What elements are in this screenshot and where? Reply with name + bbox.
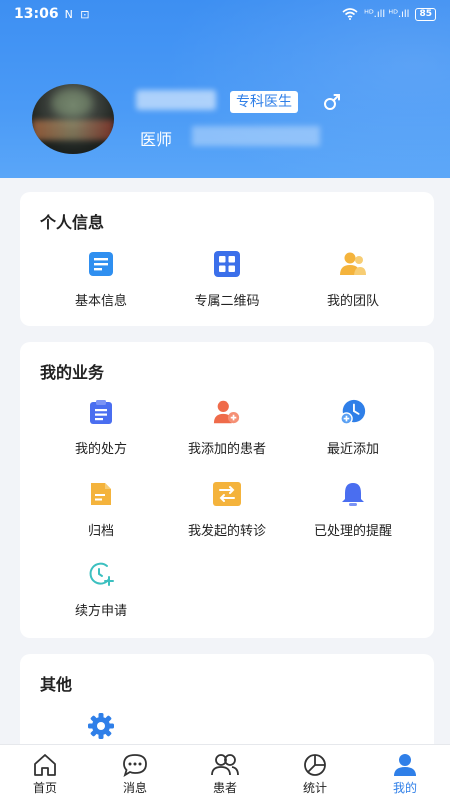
renewal-icon <box>87 560 115 588</box>
hospital-name <box>192 126 320 146</box>
battery-icon: 85 <box>415 7 436 21</box>
status-right-group: ᴴᴰ.ıll ᴴᴰ.ıll 85 <box>342 7 436 21</box>
recent-added-label: 最近添加 <box>326 442 379 457</box>
tab-home-label: 首页 <box>32 781 57 795</box>
basic-info-button[interactable]: 基本信息 <box>32 250 170 309</box>
tab-home[interactable]: 首页 <box>0 745 90 800</box>
qrcode-icon <box>213 250 241 278</box>
qrcode-label: 专属二维码 <box>194 294 260 309</box>
male-icon <box>324 94 340 110</box>
personal-info-title: 个人信息 <box>40 213 105 232</box>
bottom-tab-bar: 首页 消息 患者 统计 我的 <box>0 744 450 800</box>
transfer-icon <box>213 480 241 508</box>
recent-added-button[interactable]: 最近添加 <box>284 398 422 457</box>
my-prescription-button[interactable]: 我的处方 <box>32 398 170 457</box>
my-team-button[interactable]: 我的团队 <box>284 250 422 309</box>
renewal-request-label: 续方申请 <box>74 604 127 619</box>
referral-button[interactable]: 我发起的转诊 <box>158 480 296 539</box>
tab-statistics-label: 统计 <box>302 781 327 795</box>
referral-label: 我发起的转诊 <box>187 524 266 539</box>
archive-icon <box>87 480 115 508</box>
tab-patients[interactable]: 患者 <box>180 745 270 800</box>
doctor-name <box>136 90 216 110</box>
handled-reminders-button[interactable]: 已处理的提醒 <box>284 480 422 539</box>
team-icon <box>339 250 367 278</box>
wifi-icon <box>342 8 358 20</box>
other-title: 其他 <box>40 675 73 694</box>
add-patient-icon <box>213 398 241 426</box>
tab-patients-label: 患者 <box>212 781 237 795</box>
archive-button[interactable]: 归档 <box>32 480 170 539</box>
business-card: 我的业务 我的处方 我添加的患者 最近添加 归档 我发起的转诊 已处理的提醒 续… <box>20 342 434 638</box>
tab-statistics[interactable]: 统计 <box>270 745 360 800</box>
status-time: 13:06 <box>14 6 59 22</box>
clipboard-icon <box>87 398 115 426</box>
tab-messages-label: 消息 <box>122 781 147 795</box>
basic-info-label: 基本信息 <box>74 294 127 309</box>
my-prescription-label: 我的处方 <box>74 442 127 457</box>
bell-icon <box>339 480 367 508</box>
business-title: 我的业务 <box>40 363 105 382</box>
specialist-badge: 专科医生 <box>230 91 298 113</box>
patients-icon <box>211 754 239 776</box>
added-patients-button[interactable]: 我添加的患者 <box>158 398 296 457</box>
qrcode-button[interactable]: 专属二维码 <box>158 250 296 309</box>
tab-profile[interactable]: 我的 <box>360 745 450 800</box>
settings-gear-icon <box>87 712 115 740</box>
home-icon <box>34 754 56 776</box>
settings-button[interactable] <box>32 712 170 740</box>
document-icon <box>87 250 115 278</box>
signal-icon: ᴴᴰ.ıll ᴴᴰ.ıll <box>364 8 410 20</box>
status-bar: 13:06 N ⊡ ᴴᴰ.ıll ᴴᴰ.ıll 85 <box>0 0 450 28</box>
recent-icon <box>339 398 367 426</box>
profile-icon <box>394 754 416 776</box>
my-team-label: 我的团队 <box>326 294 379 309</box>
avatar[interactable] <box>32 84 114 154</box>
archive-label: 归档 <box>87 524 114 539</box>
tab-messages[interactable]: 消息 <box>90 745 180 800</box>
tab-profile-label: 我的 <box>392 781 417 795</box>
status-notification-icons: N ⊡ <box>64 7 92 21</box>
added-patients-label: 我添加的患者 <box>187 442 266 457</box>
personal-info-card: 个人信息 基本信息 专属二维码 我的团队 <box>20 192 434 326</box>
statistics-icon <box>304 754 326 776</box>
renewal-request-button[interactable]: 续方申请 <box>32 560 170 619</box>
handled-reminders-label: 已处理的提醒 <box>313 524 392 539</box>
message-icon <box>123 754 147 777</box>
role-title: 医师 <box>140 130 173 149</box>
